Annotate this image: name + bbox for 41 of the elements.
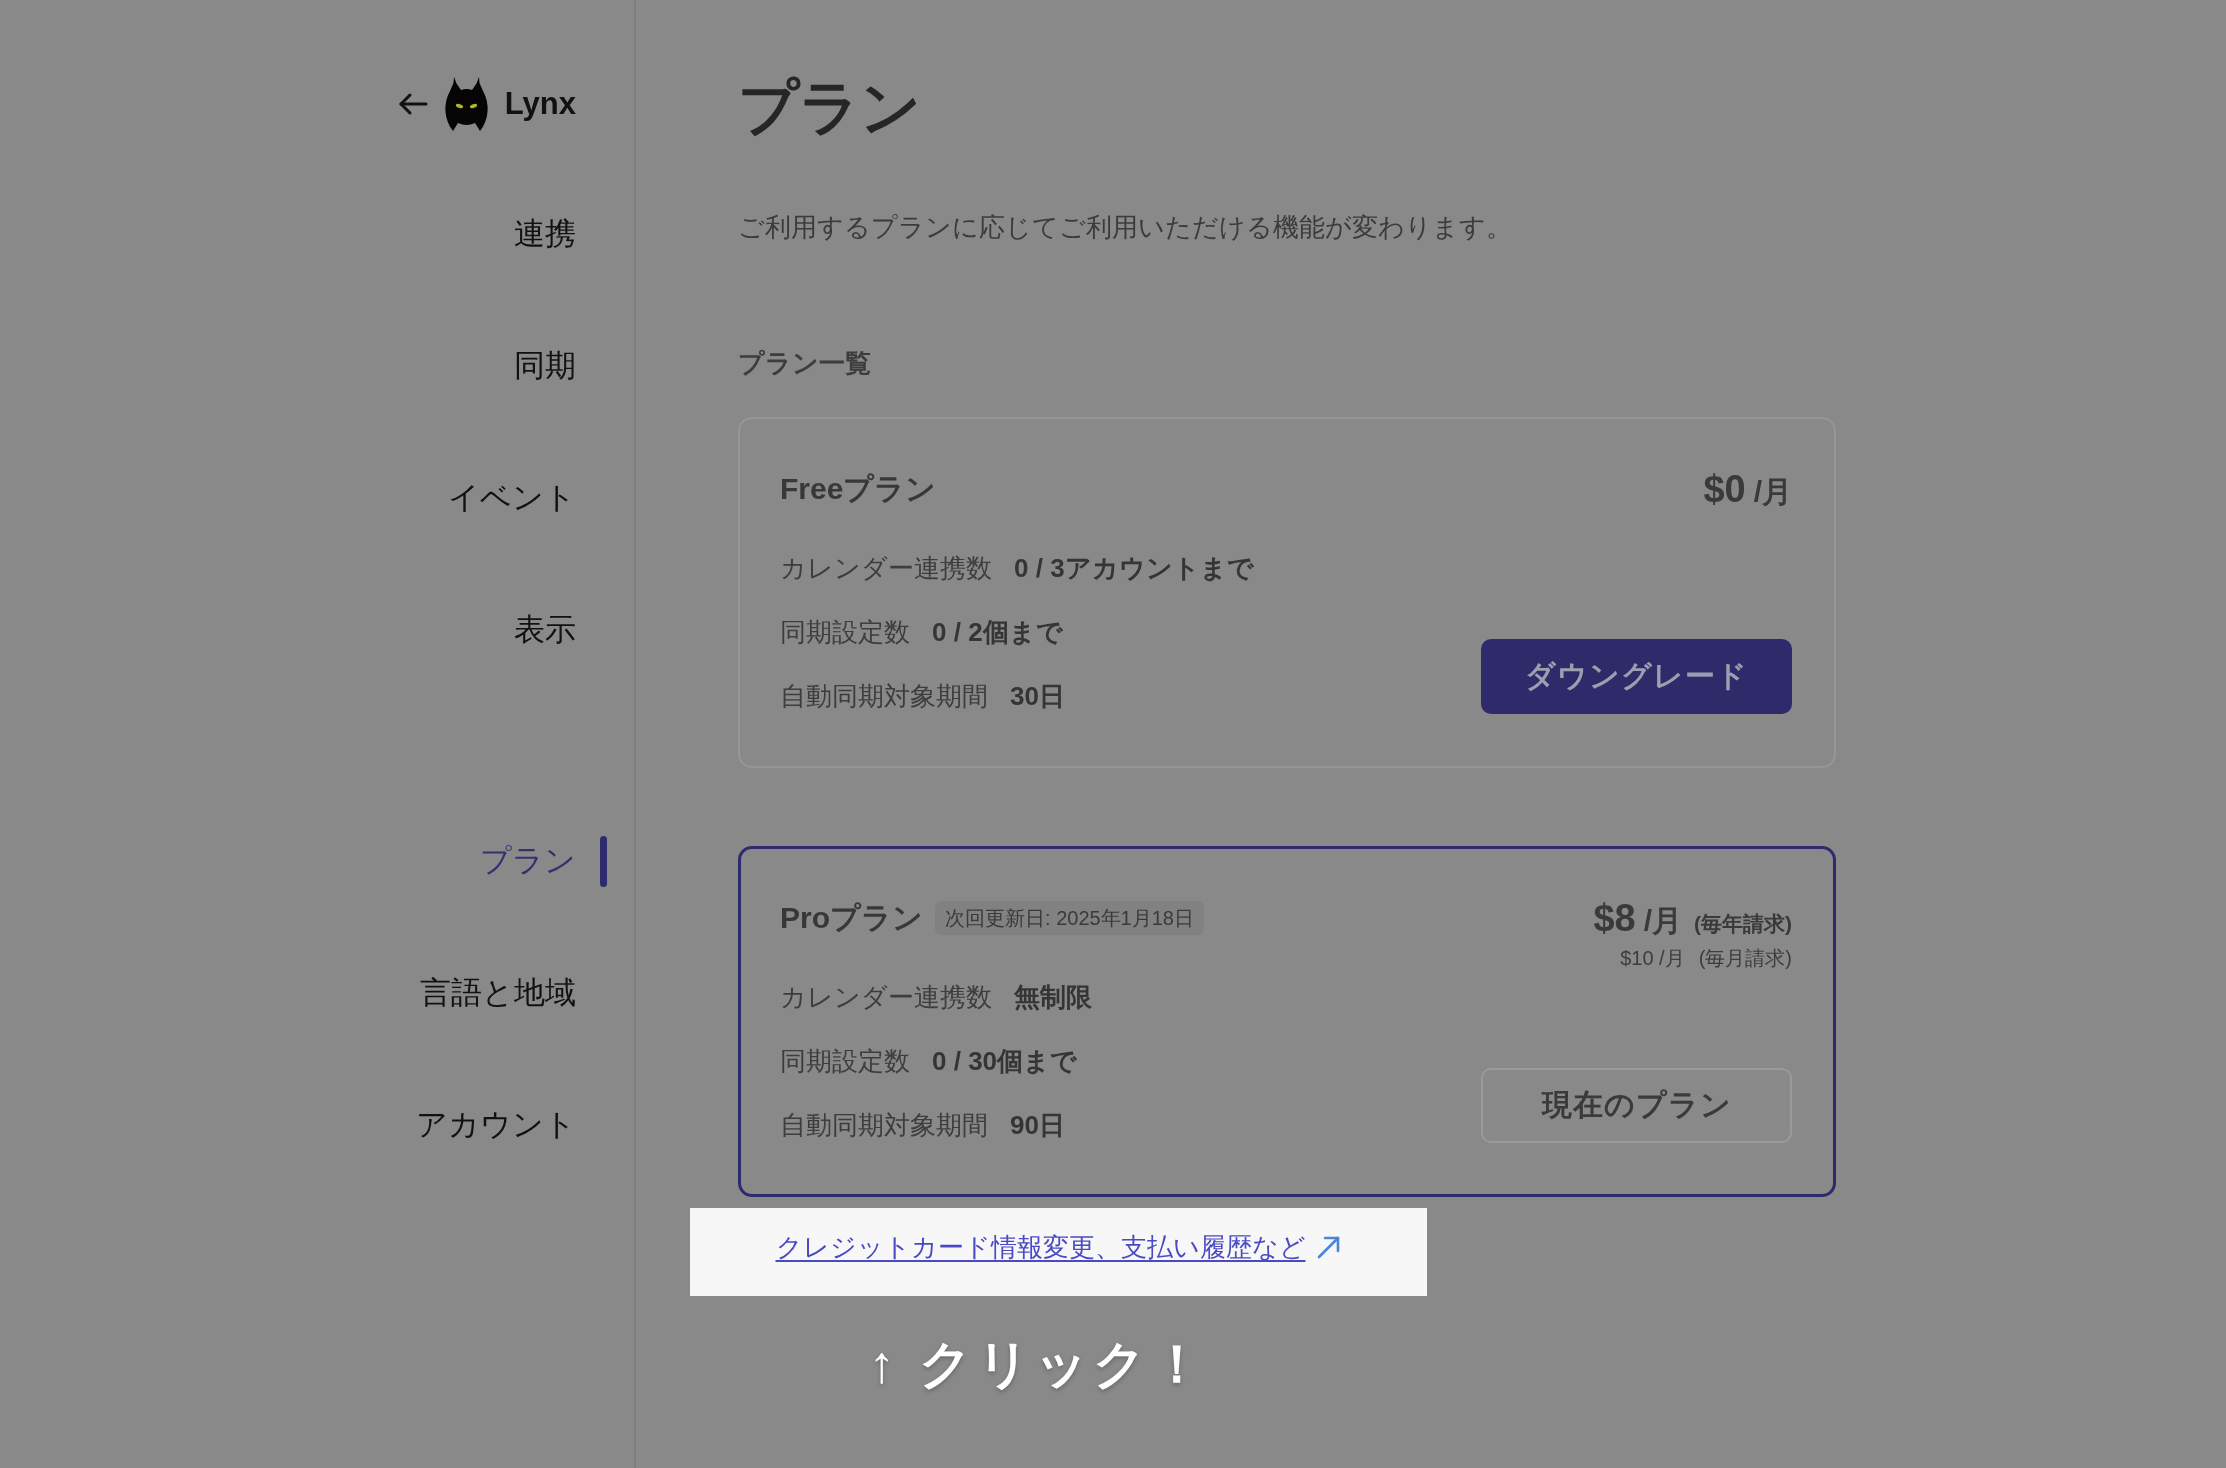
- plan-name: Proプラン: [780, 900, 923, 936]
- nav-item[interactable]: 言語と地域: [420, 973, 576, 1013]
- feature-label: 自動同期対象期間: [780, 1109, 988, 1142]
- price-amount: $8: [1593, 898, 1636, 938]
- feature-value: 30日: [1010, 680, 1065, 713]
- alt-billing-note: (毎月請求): [1698, 946, 1792, 971]
- plan-name: Freeプラン: [780, 471, 937, 507]
- plan-action-button[interactable]: ダウングレード: [1481, 639, 1792, 714]
- feature-label: カレンダー連携数: [780, 981, 992, 1014]
- section-heading: プラン一覧: [738, 347, 871, 380]
- back-arrow-icon[interactable]: [397, 92, 428, 116]
- cat-head-icon: [443, 77, 489, 131]
- feature-value: 0 / 2個まで: [932, 616, 1063, 649]
- price-amount: $0: [1703, 469, 1746, 509]
- page-title: プラン: [738, 73, 921, 143]
- nav-item[interactable]: イベント: [448, 478, 576, 518]
- arrow-up-right-icon[interactable]: [1315, 1234, 1342, 1260]
- feature-value: 0 / 30個まで: [932, 1045, 1078, 1078]
- feature-label: 同期設定数: [780, 616, 910, 649]
- feature-value: 無制限: [1014, 981, 1092, 1014]
- feature-label: 自動同期対象期間: [780, 680, 988, 713]
- billing-note: (毎年請求): [1694, 911, 1792, 937]
- plan-action-button[interactable]: 現在のプラン: [1481, 1068, 1792, 1143]
- alt-price: $10 /月: [1620, 946, 1685, 971]
- feature-value: 90日: [1010, 1109, 1065, 1142]
- brand-name: Lynx: [504, 85, 576, 123]
- active-indicator: [600, 835, 607, 887]
- price-unit: /月: [1643, 903, 1682, 939]
- feature-value: 0 / 3アカウントまで: [1014, 552, 1254, 585]
- nav-item[interactable]: 同期: [514, 346, 576, 386]
- feature-label: カレンダー連携数: [780, 552, 992, 585]
- billing-link[interactable]: クレジットカード情報変更、支払い履歴など: [775, 1230, 1306, 1264]
- price-unit: /月: [1753, 474, 1792, 510]
- nav-item[interactable]: 表示: [514, 610, 576, 650]
- nav-item[interactable]: プラン: [480, 841, 576, 881]
- nav-item[interactable]: アカウント: [416, 1105, 576, 1145]
- feature-label: 同期設定数: [780, 1045, 910, 1078]
- nav-item[interactable]: 連携: [514, 214, 576, 254]
- callout-text: ↑ クリック！: [868, 1334, 1209, 1394]
- renewal-date-badge: 次回更新日: 2025年1月18日: [935, 901, 1204, 935]
- page-description: ご利用するプランに応じてご利用いただける機能が変わります。: [738, 211, 1512, 244]
